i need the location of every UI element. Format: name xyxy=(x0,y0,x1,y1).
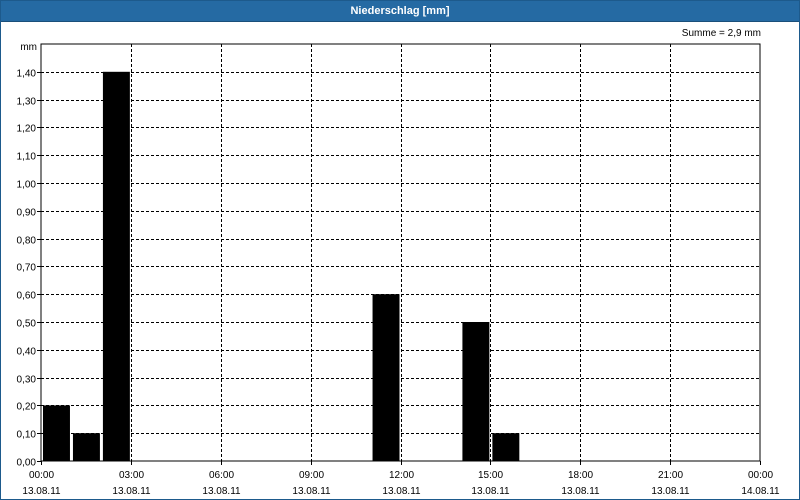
x-tick-date-label: 14.08.11 xyxy=(741,486,780,497)
y-tick-label: 0,50 xyxy=(17,319,37,330)
x-tick-time-label: 00:00 xyxy=(29,470,54,481)
y-tick-label: 0,90 xyxy=(17,208,37,219)
y-tick-label: 1,20 xyxy=(17,124,37,135)
x-tick-date-label: 13.08.11 xyxy=(382,486,421,497)
x-tick-date-label: 13.08.11 xyxy=(22,486,61,497)
y-tick-label: 1,40 xyxy=(17,69,37,80)
x-tick-time-label: 12:00 xyxy=(389,470,414,481)
precipitation-bar xyxy=(492,433,520,461)
y-tick-label: 0,30 xyxy=(17,375,37,386)
x-tick-time-label: 09:00 xyxy=(299,470,324,481)
sum-annotation: Summe = 2,9 mm xyxy=(682,28,761,39)
y-tick-label: 0,40 xyxy=(17,347,37,358)
precipitation-bar xyxy=(43,405,70,461)
x-tick-time-label: 03:00 xyxy=(119,470,144,481)
y-tick-label: 0,60 xyxy=(17,291,37,302)
x-tick-time-label: 15:00 xyxy=(478,470,503,481)
y-axis-unit-label: mm xyxy=(20,42,37,53)
y-tick-label: 1,30 xyxy=(17,97,37,108)
x-tick-date-label: 13.08.11 xyxy=(561,486,600,497)
x-tick-date-label: 13.08.11 xyxy=(651,486,690,497)
x-tick-time-label: 06:00 xyxy=(209,470,234,481)
x-tick-date-label: 13.08.11 xyxy=(292,486,331,497)
precipitation-bar xyxy=(462,322,490,461)
x-tick-time-label: 21:00 xyxy=(658,470,683,481)
x-tick-date-label: 13.08.11 xyxy=(202,486,241,497)
grid-layer xyxy=(41,44,760,461)
plot-area-border xyxy=(40,43,761,462)
y-tick-label: 1,10 xyxy=(17,152,37,163)
precipitation-bar xyxy=(372,294,400,461)
y-tick-label: 0,70 xyxy=(17,263,37,274)
precipitation-bar xyxy=(102,71,130,462)
y-tick-label: 0,20 xyxy=(17,402,37,413)
y-tick-label: 0,00 xyxy=(17,458,37,469)
y-tick-label: 1,00 xyxy=(17,180,37,191)
x-tick-date-label: 13.08.11 xyxy=(112,486,151,497)
precipitation-bar xyxy=(72,433,100,461)
y-tick-label: 0,80 xyxy=(17,236,37,247)
y-tick-label: 0,10 xyxy=(17,430,37,441)
x-tick-date-label: 13.08.11 xyxy=(471,486,510,497)
x-tick-time-label: 18:00 xyxy=(568,470,593,481)
precipitation-chart: 0,00 0,10 0,20 0,30 0,40 0,50 0,60 0,70 0,80 0,90… xyxy=(17,28,780,497)
x-tick-time-label: 00:00 xyxy=(748,470,773,481)
